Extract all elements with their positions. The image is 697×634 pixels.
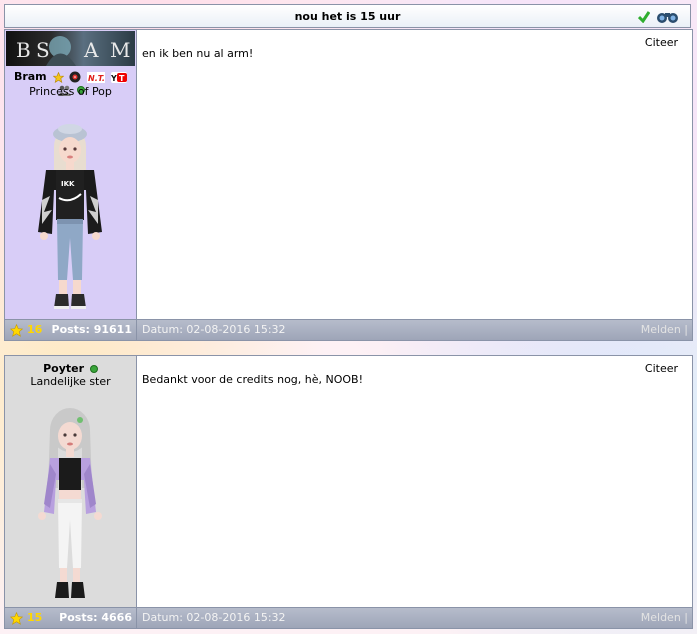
online-status-icon: [89, 365, 98, 373]
svg-text:A: A: [83, 38, 99, 62]
star-count: 16: [27, 323, 43, 336]
check-icon[interactable]: [638, 11, 650, 23]
svg-text:B: B: [16, 38, 31, 62]
binoculars-icon[interactable]: [656, 10, 680, 24]
report-link[interactable]: Melden |: [641, 323, 688, 336]
user-panel: B S A M Bram N.T. YT Princess of Pop IKK: [5, 30, 137, 319]
footer-user-stats: 15 Posts: 4666: [5, 608, 137, 628]
avatar[interactable]: IKK: [30, 120, 110, 315]
youtube-badge-icon: YT: [111, 71, 128, 83]
post-count: Posts: 91611: [51, 323, 132, 336]
nt-badge-icon: N.T.: [87, 71, 106, 83]
user-banner[interactable]: B S A M: [6, 31, 135, 66]
report-link[interactable]: Melden |: [641, 611, 688, 624]
topic-actions: [638, 10, 680, 24]
star-badge-icon: [52, 71, 64, 83]
topic-title: nou het is 15 uur: [294, 10, 401, 23]
svg-text:S: S: [36, 38, 50, 62]
avatar[interactable]: [30, 404, 110, 602]
post: Poyter Landelijke ster Citeer Bedankt vo…: [4, 355, 693, 629]
svg-text:Y: Y: [111, 74, 117, 83]
quote-button[interactable]: Citeer: [645, 36, 678, 49]
post-message: Bedankt voor de credits nog, hè, NOOB!: [142, 373, 364, 386]
user-rank: Princess of Pop: [29, 85, 112, 98]
user-info-line: Poyter: [5, 362, 136, 375]
post-date: Datum: 02-08-2016 15:32: [142, 323, 286, 336]
message-panel: Citeer Bedankt voor de credits nog, hè, …: [137, 356, 692, 607]
svg-text:IKK: IKK: [61, 180, 75, 188]
star-icon: [10, 612, 23, 625]
footer-user-stats: 16 Posts: 91611: [5, 320, 137, 340]
post-footer: 16 Posts: 91611 Datum: 02-08-2016 15:32 …: [5, 319, 692, 340]
post-count: Posts: 4666: [59, 611, 132, 624]
username[interactable]: Poyter: [43, 362, 84, 375]
svg-text:N.T.: N.T.: [88, 74, 105, 83]
svg-text:M: M: [110, 38, 130, 62]
post-date: Datum: 02-08-2016 15:32: [142, 611, 286, 624]
post-message: en ik ben nu al arm!: [142, 47, 254, 60]
user-rank: Landelijke ster: [30, 375, 111, 388]
star-count: 15: [27, 611, 43, 624]
topic-header: nou het is 15 uur: [4, 4, 691, 28]
message-panel: Citeer en ik ben nu al arm!: [137, 30, 692, 319]
post: B S A M Bram N.T. YT Princess of Pop IKK…: [4, 29, 693, 341]
vinyl-badge-icon: [69, 71, 81, 83]
svg-text:T: T: [119, 74, 125, 83]
username[interactable]: Bram: [14, 70, 47, 83]
quote-button[interactable]: Citeer: [645, 362, 678, 375]
star-icon: [10, 324, 23, 337]
banner-art-icon: B S A M: [16, 36, 130, 66]
post-footer: 15 Posts: 4666 Datum: 02-08-2016 15:32 M…: [5, 607, 692, 628]
user-panel: Poyter Landelijke ster: [5, 356, 137, 607]
